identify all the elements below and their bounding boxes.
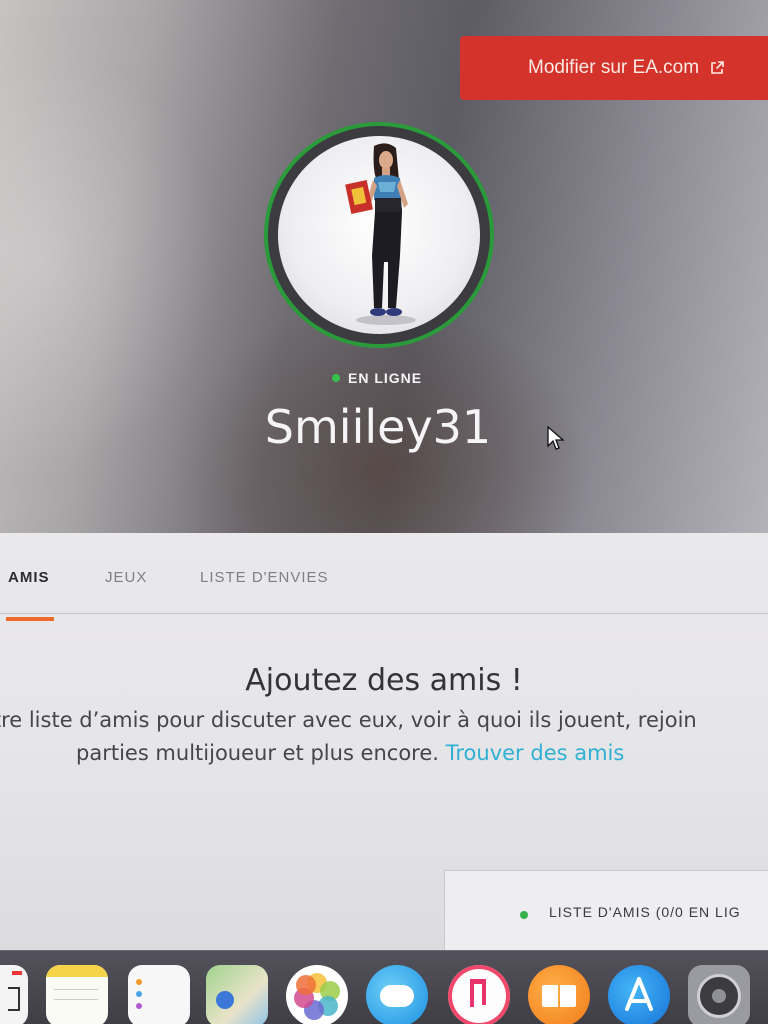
messages-icon[interactable] (366, 965, 428, 1024)
online-status: EN LIGNE (332, 368, 422, 388)
app-store-icon[interactable] (608, 965, 670, 1024)
tab-wishlist[interactable]: LISTE D'ENVIES (200, 569, 329, 586)
reminders-icon[interactable] (128, 965, 190, 1024)
music-icon[interactable] (448, 965, 510, 1024)
friends-list-label: LISTE D'AMIS (0/0 EN LIG (549, 904, 741, 920)
sim-character-image (345, 143, 416, 325)
online-dot-icon (332, 374, 340, 382)
system-preferences-icon[interactable] (688, 965, 750, 1024)
app-store-a-icon (625, 977, 653, 1011)
profile-header: Modifier sur EA.com EN LIGNE Smiiley31 (0, 0, 768, 535)
empty-state-description-text: parties multijoueur et plus encore. (76, 741, 439, 765)
empty-state-description-line2: parties multijoueur et plus encore. Trou… (76, 741, 624, 765)
external-link-icon (711, 61, 724, 74)
edit-on-ea-button[interactable]: Modifier sur EA.com (460, 36, 768, 100)
empty-state-title: Ajoutez des amis ! (245, 663, 523, 698)
macos-dock (0, 950, 768, 1024)
maps-icon[interactable] (206, 965, 268, 1024)
friends-list-toggle[interactable]: LISTE D'AMIS (0/0 EN LIG (444, 870, 768, 952)
active-tab-indicator (6, 617, 54, 621)
friends-panel: AMIS JEUX LISTE D'ENVIES Ajoutez des ami… (0, 533, 768, 953)
friends-online-dot-icon (520, 911, 528, 919)
screen: Modifier sur EA.com EN LIGNE Smiiley31 A… (0, 0, 768, 1024)
empty-state-description-line1: otre liste d’amis pour discuter avec eux… (0, 708, 697, 732)
mouse-cursor-icon (547, 426, 565, 450)
notes-icon[interactable] (46, 965, 108, 1024)
photos-flower-icon (294, 973, 340, 1020)
books-icon[interactable] (528, 965, 590, 1024)
username: Smiiley31 (264, 400, 492, 454)
tab-friends[interactable]: AMIS (8, 569, 50, 586)
photos-icon[interactable] (286, 965, 348, 1024)
profile-tabs: AMIS JEUX LISTE D'ENVIES (0, 533, 768, 614)
edit-on-ea-label: Modifier sur EA.com (528, 57, 700, 78)
find-friends-link[interactable]: Trouver des amis (446, 741, 625, 765)
calendar-icon[interactable] (0, 965, 28, 1024)
avatar[interactable] (278, 136, 480, 334)
online-status-label: EN LIGNE (348, 370, 423, 386)
tab-games[interactable]: JEUX (105, 569, 147, 586)
